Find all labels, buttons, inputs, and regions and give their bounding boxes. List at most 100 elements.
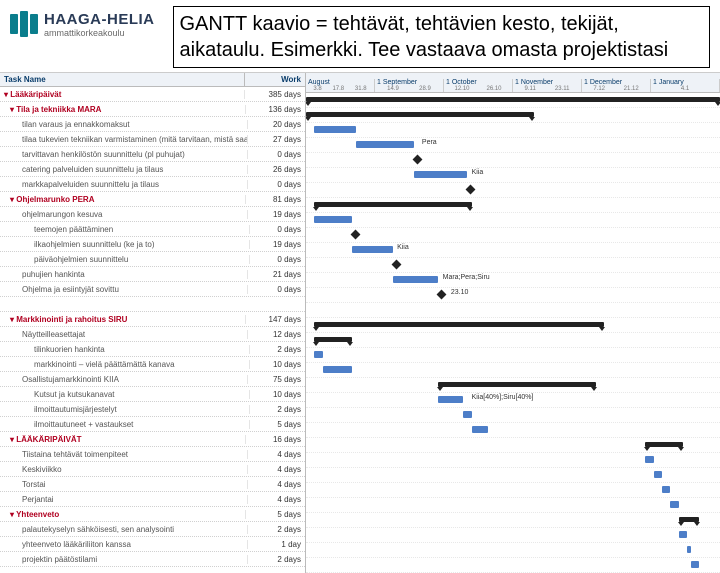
milestone-icon[interactable] xyxy=(350,230,360,240)
task-work: 136 days xyxy=(246,105,305,114)
task-name: tarvittavan henkilöstön suunnittelu (pl … xyxy=(0,150,248,159)
task-bar[interactable] xyxy=(662,486,670,493)
task-bar[interactable] xyxy=(687,546,691,553)
milestone-icon[interactable] xyxy=(437,290,447,300)
task-bar[interactable] xyxy=(463,411,471,418)
table-row[interactable]: Osallistujamarkkinointi KIIA75 days xyxy=(0,372,305,387)
task-bar[interactable] xyxy=(314,351,322,358)
task-bar[interactable] xyxy=(654,471,662,478)
table-row[interactable]: markkapalveluiden suunnittelu ja tilaus0… xyxy=(0,177,305,192)
task-bar[interactable] xyxy=(323,366,352,373)
table-row[interactable]: ▾ Tila ja tekniikka MARA136 days xyxy=(0,102,305,117)
gantt-lane xyxy=(306,453,720,468)
table-row[interactable]: tarvittavan henkilöstön suunnittelu (pl … xyxy=(0,147,305,162)
table-row[interactable]: ilkaohjelmien suunnittelu (ke ja to)19 d… xyxy=(0,237,305,252)
table-row[interactable]: Tiistaina tehtävät toimenpiteet4 days xyxy=(0,447,305,462)
table-row[interactable]: ohjelmarungon kesuva19 days xyxy=(0,207,305,222)
table-row[interactable]: ▾ Ohjelmarunko PERA81 days xyxy=(0,192,305,207)
task-bar[interactable] xyxy=(314,126,355,133)
table-row[interactable]: teemojen päättäminen0 days xyxy=(0,222,305,237)
table-row[interactable]: ▾ Yhteenveto5 days xyxy=(0,507,305,522)
task-bar[interactable] xyxy=(352,246,393,253)
bar-label: 23.10 xyxy=(451,289,469,296)
summary-bar[interactable] xyxy=(314,202,471,207)
gantt-lane xyxy=(306,498,720,513)
table-row[interactable]: Näytteilleasettajat12 days xyxy=(0,327,305,342)
gantt-lane xyxy=(306,333,720,348)
task-work: 26 days xyxy=(248,165,305,174)
task-name: Keskiviikko xyxy=(0,465,248,474)
task-work: 21 days xyxy=(248,270,305,279)
summary-bar[interactable] xyxy=(679,517,700,522)
milestone-icon[interactable] xyxy=(391,260,401,270)
task-bar[interactable] xyxy=(438,396,463,403)
milestone-icon[interactable] xyxy=(412,155,422,165)
table-row[interactable]: palautekyselyn sähköisesti, sen analysoi… xyxy=(0,522,305,537)
gantt-lane xyxy=(306,558,720,573)
table-row[interactable]: tilinkuorien hankinta2 days xyxy=(0,342,305,357)
table-row[interactable] xyxy=(0,297,305,312)
table-row[interactable]: Ohjelma ja esiintyjät sovittu0 days xyxy=(0,282,305,297)
task-work: 2 days xyxy=(250,405,305,414)
task-bar[interactable] xyxy=(679,531,687,538)
gantt-lane xyxy=(306,363,720,378)
gantt-lane xyxy=(306,378,720,393)
task-name: projektin päätöstilami xyxy=(0,555,248,564)
table-row[interactable]: catering palveluiden suunnittelu ja tila… xyxy=(0,162,305,177)
table-row[interactable]: markkinointi – vielä päättämättä kanava1… xyxy=(0,357,305,372)
task-name: Näytteilleasettajat xyxy=(0,330,248,339)
table-row[interactable]: päiväohjelmien suunnittelu0 days xyxy=(0,252,305,267)
task-work: 19 days xyxy=(248,210,305,219)
task-bar[interactable] xyxy=(314,216,351,223)
table-row[interactable]: puhujien hankinta21 days xyxy=(0,267,305,282)
month-header: August3.817.831.8 xyxy=(306,79,375,92)
gantt-lane xyxy=(306,318,720,333)
task-name: ▾ Lääkäripäivät xyxy=(0,90,245,99)
task-bar[interactable] xyxy=(670,501,678,508)
task-bar[interactable] xyxy=(472,426,489,433)
table-row[interactable]: Keskiviikko4 days xyxy=(0,462,305,477)
table-row[interactable]: ilmoittautumisjärjestelyt2 days xyxy=(0,402,305,417)
col-header-task[interactable]: Task Name xyxy=(0,73,245,86)
summary-bar[interactable] xyxy=(306,97,720,102)
table-row[interactable]: yhteenveto lääkäriliiton kanssa1 day xyxy=(0,537,305,552)
task-work: 0 days xyxy=(250,225,305,234)
task-name: Torstai xyxy=(0,480,248,489)
gantt-chart: Task Name Work ▾ Lääkäripäivät385 days▾ … xyxy=(0,72,720,573)
task-name: markkapalveluiden suunnittelu ja tilaus xyxy=(0,180,248,189)
table-row[interactable]: Torstai4 days xyxy=(0,477,305,492)
summary-bar[interactable] xyxy=(438,382,595,387)
summary-bar[interactable] xyxy=(314,337,351,342)
task-work: 81 days xyxy=(246,195,305,204)
logo-sub: ammattikorkeakoulu xyxy=(44,29,155,38)
table-row[interactable]: ▾ Lääkäripäivät385 days xyxy=(0,87,305,102)
gantt-lane: Kiia xyxy=(306,243,720,258)
col-header-work[interactable]: Work xyxy=(245,73,305,86)
table-row[interactable]: ▾ Markkinointi ja rahoitus SIRU147 days xyxy=(0,312,305,327)
summary-bar[interactable] xyxy=(306,112,534,117)
task-name: ▾ Yhteenveto xyxy=(0,510,246,519)
task-bar[interactable] xyxy=(393,276,439,283)
table-row[interactable]: Kutsut ja kutsukanavat10 days xyxy=(0,387,305,402)
milestone-icon[interactable] xyxy=(466,185,476,195)
task-name: ilkaohjelmien suunnittelu (ke ja to) xyxy=(0,240,250,249)
task-work: 16 days xyxy=(246,435,305,444)
table-row[interactable]: Perjantai4 days xyxy=(0,492,305,507)
table-row[interactable]: tilan varaus ja ennakkomaksut20 days xyxy=(0,117,305,132)
task-work: 2 days xyxy=(250,345,305,354)
table-row[interactable]: ilmoittautuneet + vastaukset5 days xyxy=(0,417,305,432)
summary-bar[interactable] xyxy=(645,442,682,447)
task-bar[interactable] xyxy=(414,171,468,178)
table-row[interactable]: tilaa tukevien tekniikan varmistaminen (… xyxy=(0,132,305,147)
task-work: 27 days xyxy=(248,135,305,144)
task-bar[interactable] xyxy=(691,561,699,568)
summary-bar[interactable] xyxy=(314,322,604,327)
task-bar[interactable] xyxy=(356,141,414,148)
task-name: Perjantai xyxy=(0,495,248,504)
table-row[interactable]: projektin päätöstilami2 days xyxy=(0,552,305,567)
table-row[interactable]: ▾ LÄÄKÄRIPÄIVÄT16 days xyxy=(0,432,305,447)
gantt-lane: 23.10 xyxy=(306,288,720,303)
logo-name: HAAGA-HELIA xyxy=(44,12,155,27)
bar-label: Kiia[40%];Siru[40%] xyxy=(472,394,534,401)
task-bar[interactable] xyxy=(645,456,653,463)
